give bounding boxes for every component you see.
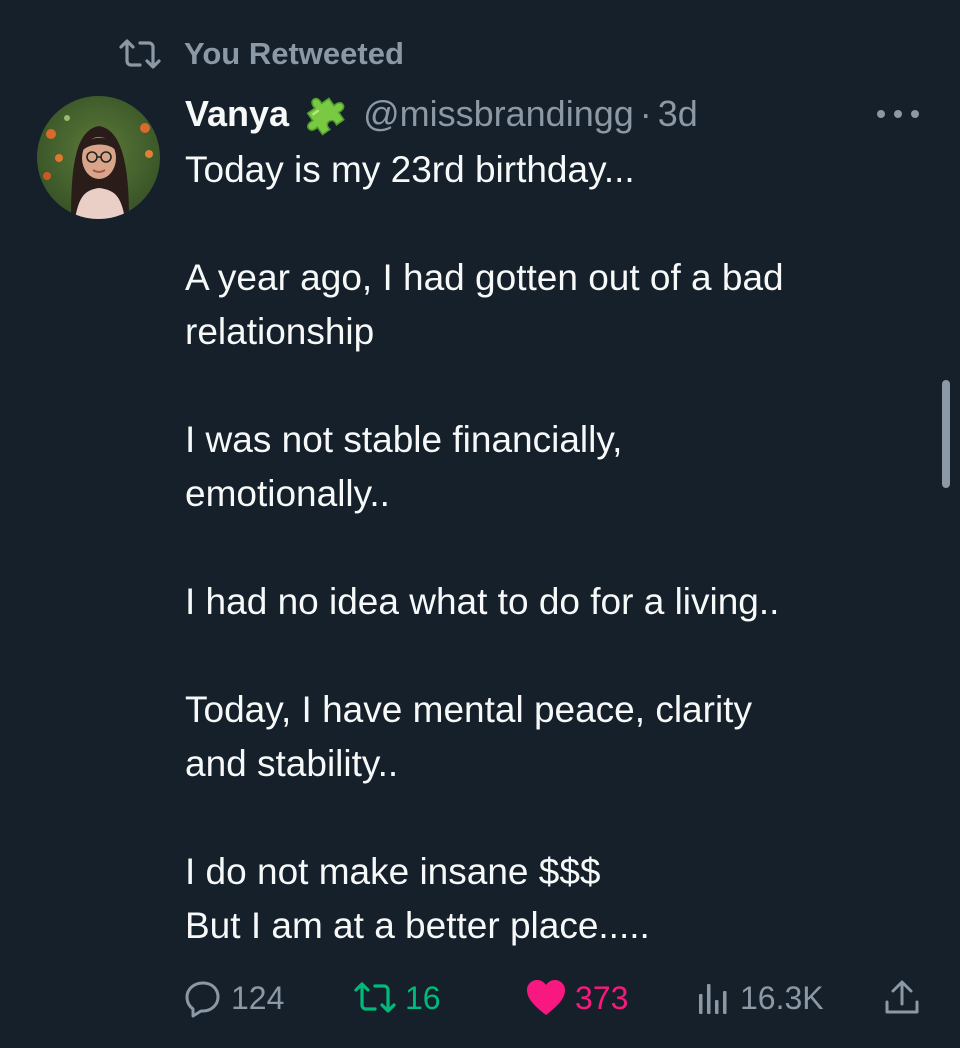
tweet-line: Today, I have mental peace, clarity <box>185 689 752 730</box>
retweet-context: You Retweeted <box>118 32 404 76</box>
puzzle-piece-icon[interactable] <box>299 89 353 139</box>
tweet-line: and stability.. <box>185 743 399 784</box>
tweet-text: Today is my 23rd birthday... A year ago,… <box>185 143 915 953</box>
like-button[interactable]: 373 <box>525 972 628 1024</box>
tweet-line: relationship <box>185 311 375 352</box>
tweet-line: I was not stable financially, <box>185 419 623 460</box>
retweet-icon <box>118 32 166 76</box>
user-handle[interactable]: @missbrandingg <box>363 93 634 135</box>
scrollbar-thumb[interactable] <box>942 380 950 488</box>
tweet-line: Today is my 23rd birthday... <box>185 149 635 190</box>
reply-icon <box>185 981 220 1018</box>
tweet-paragraph: Today is my 23rd birthday... <box>185 143 915 197</box>
retweet-icon <box>354 982 396 1013</box>
tweet-line: I do not make insane $$$ <box>185 851 601 892</box>
reply-button[interactable]: 124 <box>183 972 284 1024</box>
views-chart-icon <box>699 984 727 1014</box>
tweet-paragraph: A year ago, I had gotten out of a bad re… <box>185 251 915 359</box>
separator-dot: · <box>639 93 652 134</box>
tweet-line: But I am at a better place..... <box>185 905 650 946</box>
reply-count: 124 <box>231 979 285 1016</box>
tweet-line: emotionally.. <box>185 473 390 514</box>
tweet-actions: 124 16 373 16.3K <box>183 972 928 1024</box>
retweet-context-label: You Retweeted <box>184 36 404 71</box>
retweet-count: 16 <box>405 979 441 1016</box>
tweet-paragraph: I do not make insane $$$ But I am at a b… <box>185 845 915 953</box>
views-count: 16.3K <box>740 979 824 1016</box>
heart-icon <box>527 980 565 1015</box>
more-options-icon[interactable] <box>870 96 926 132</box>
share-button[interactable] <box>883 972 929 1024</box>
tweet-line: I had no idea what to do for a living.. <box>185 581 780 622</box>
tweet-header: Vanya @missbrandingg · 3d <box>185 88 698 140</box>
tweet-paragraph: I had no idea what to do for a living.. <box>185 575 915 629</box>
tweet-paragraph: Today, I have mental peace, clarity and … <box>185 683 915 791</box>
tweet-timestamp[interactable]: 3d <box>658 93 698 135</box>
retweet-button[interactable]: 16 <box>353 972 441 1024</box>
display-name[interactable]: Vanya <box>185 93 289 135</box>
avatar[interactable] <box>37 96 160 219</box>
views-button[interactable]: 16.3K <box>696 972 824 1024</box>
tweet-paragraph: I was not stable financially, emotionall… <box>185 413 915 521</box>
share-icon <box>885 980 919 1014</box>
like-count: 373 <box>575 979 629 1016</box>
tweet-line: A year ago, I had gotten out of a bad <box>185 257 784 298</box>
